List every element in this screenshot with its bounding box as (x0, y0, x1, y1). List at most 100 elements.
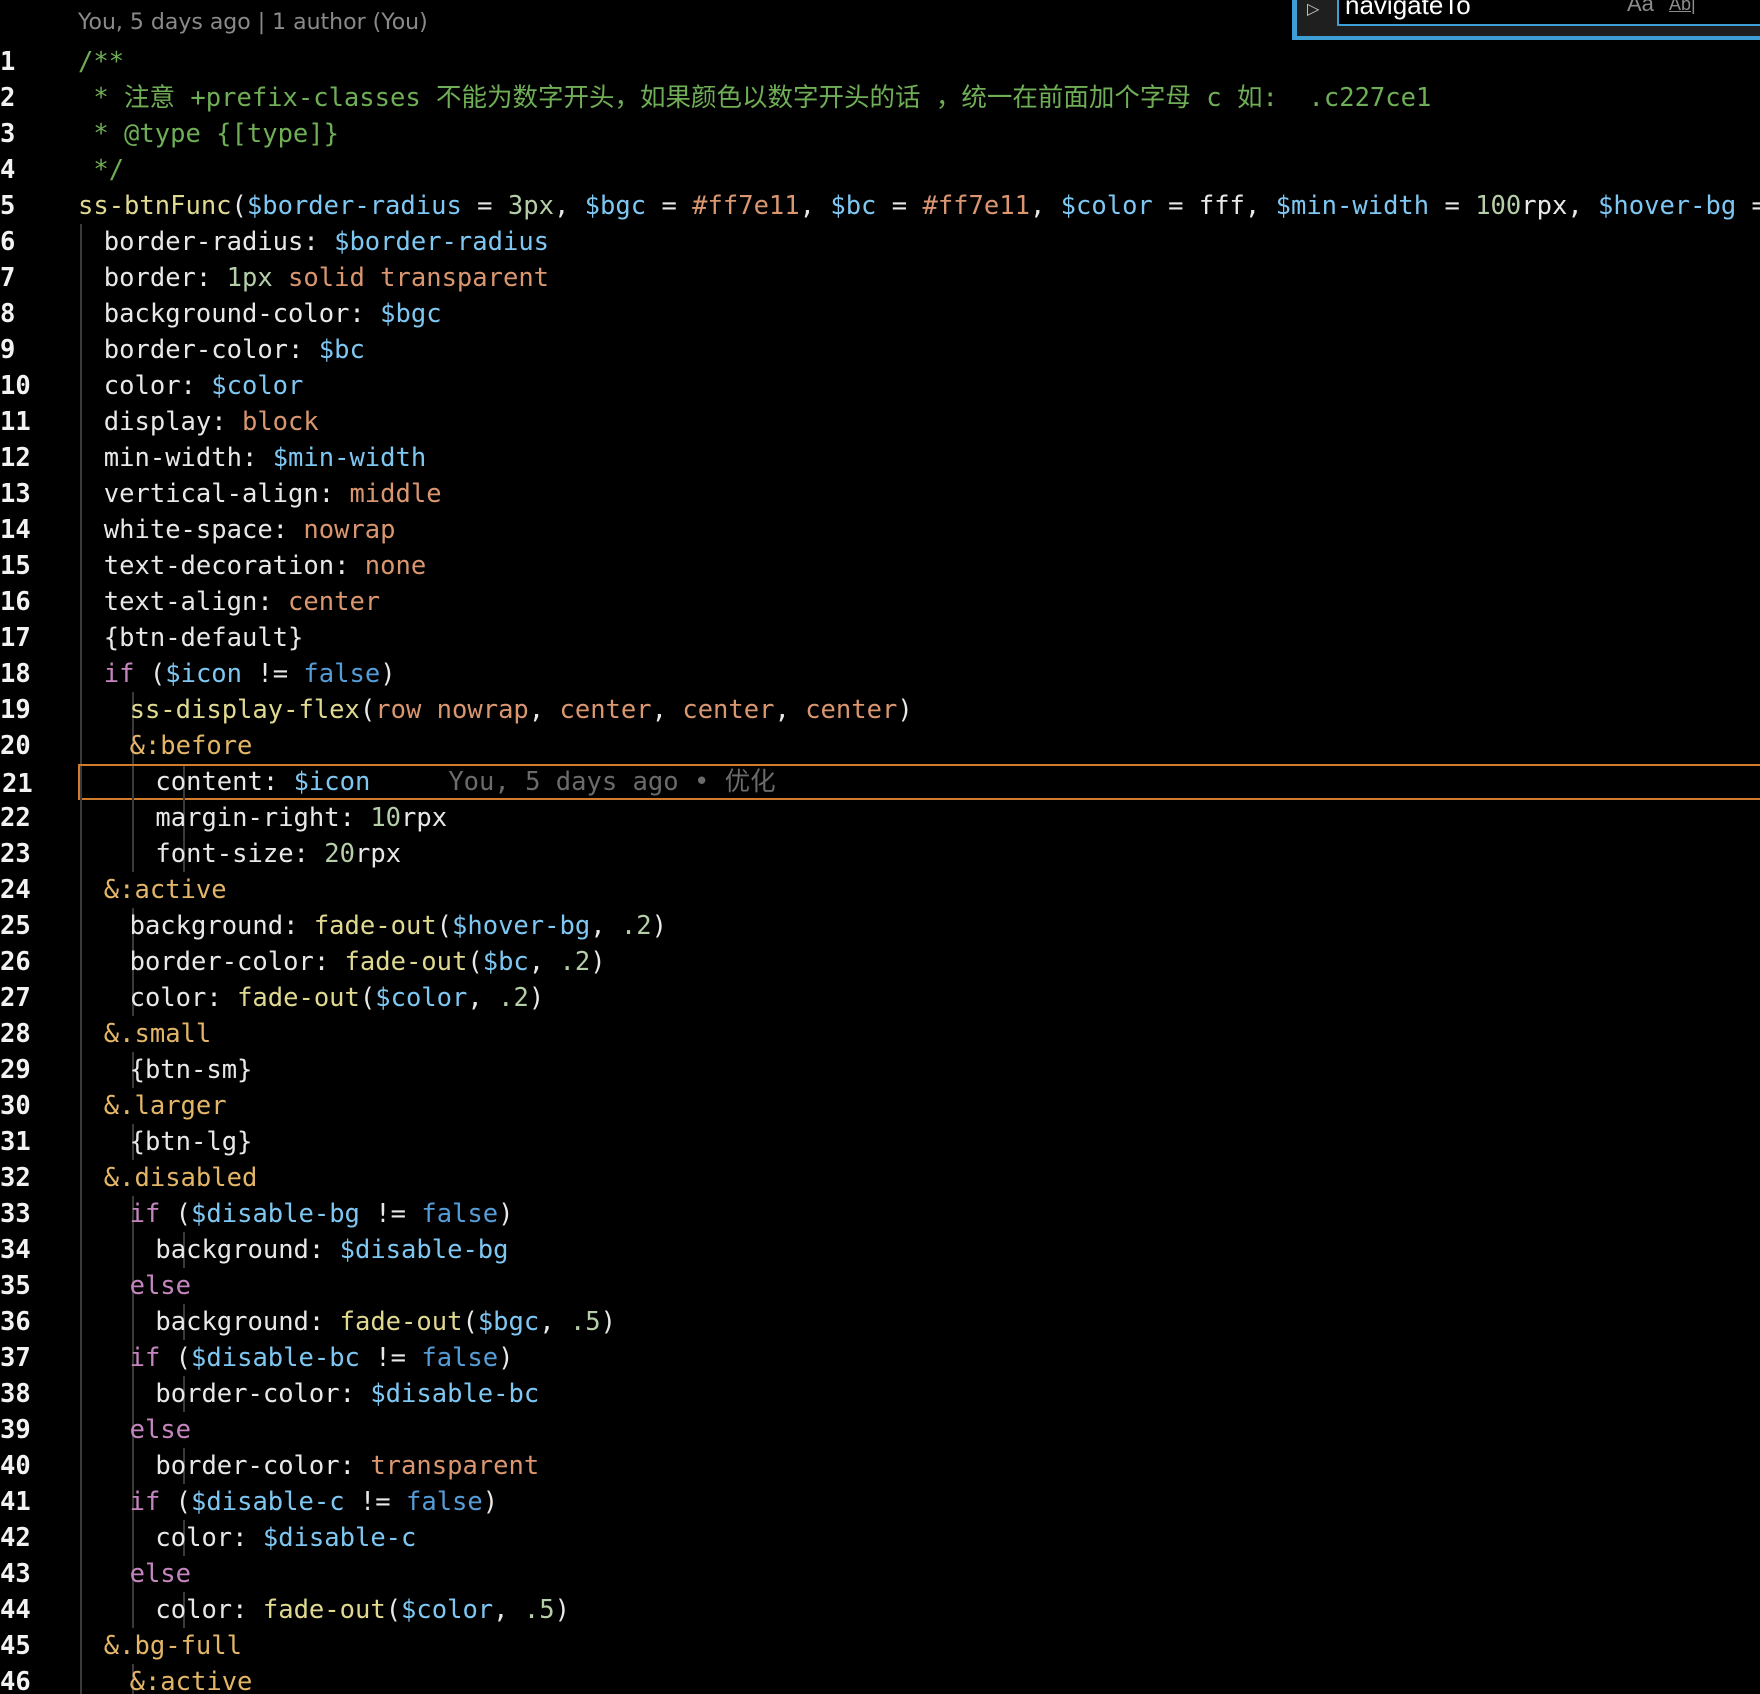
line-number[interactable]: 15 (0, 548, 40, 584)
line-number[interactable]: 45 (0, 1628, 40, 1664)
indent-guide (80, 944, 82, 980)
code-line[interactable]: 33 if ($disable-bg != false) (0, 1196, 1760, 1232)
code-line[interactable]: 32 &.disabled (0, 1160, 1760, 1196)
code-line[interactable]: 12 min-width: $min-width (0, 440, 1760, 476)
chevron-right-icon[interactable]: ▷ (1307, 0, 1327, 22)
find-input[interactable]: navigateTo (1337, 0, 1760, 26)
code-line[interactable]: 39 else (0, 1412, 1760, 1448)
code-line[interactable]: 5 ss-btnFunc($border-radius = 3px, $bgc =… (0, 188, 1760, 224)
line-number[interactable]: 38 (0, 1376, 40, 1412)
line-number[interactable]: 42 (0, 1520, 40, 1556)
line-number[interactable]: 14 (0, 512, 40, 548)
code-line[interactable]: 6 border-radius: $border-radius (0, 224, 1760, 260)
line-number[interactable]: 28 (0, 1016, 40, 1052)
code-line[interactable]: 7 border: 1px solid transparent (0, 260, 1760, 296)
line-number[interactable]: 5 (0, 188, 40, 224)
code-line[interactable]: 40 border-color: transparent (0, 1448, 1760, 1484)
code-line[interactable]: 18 if ($icon != false) (0, 656, 1760, 692)
line-number[interactable]: 16 (0, 584, 40, 620)
line-number[interactable]: 33 (0, 1196, 40, 1232)
code-line[interactable]: 42 color: $disable-c (0, 1520, 1760, 1556)
code-line[interactable]: 19 ss-display-flex(row nowrap, center, ce… (0, 692, 1760, 728)
line-number[interactable]: 21 (2, 766, 42, 802)
code-line[interactable]: 15 text-decoration: none (0, 548, 1760, 584)
code-line[interactable]: 21 content: $icon You, 5 days ago • 优化 (2, 764, 1760, 802)
line-number[interactable]: 19 (0, 692, 40, 728)
line-number[interactable]: 29 (0, 1052, 40, 1088)
line-number[interactable]: 7 (0, 260, 40, 296)
line-number[interactable]: 6 (0, 224, 40, 260)
code-line[interactable]: 38 border-color: $disable-bc (0, 1376, 1760, 1412)
code-line[interactable]: 34 background: $disable-bg (0, 1232, 1760, 1268)
line-number[interactable]: 30 (0, 1088, 40, 1124)
code-line[interactable]: 11 display: block (0, 404, 1760, 440)
line-number[interactable]: 41 (0, 1484, 40, 1520)
code-line[interactable]: 17 {btn-default} (0, 620, 1760, 656)
code-line[interactable]: 4 */ (0, 152, 1760, 188)
line-number[interactable]: 22 (0, 800, 40, 836)
code-line[interactable]: 24 &:active (0, 872, 1760, 908)
code-line[interactable]: 31 {btn-lg} (0, 1124, 1760, 1160)
line-number[interactable]: 17 (0, 620, 40, 656)
line-number[interactable]: 37 (0, 1340, 40, 1376)
line-number[interactable]: 20 (0, 728, 40, 764)
line-number[interactable]: 32 (0, 1160, 40, 1196)
code-line[interactable]: 1 /** (0, 44, 1760, 80)
code-line[interactable]: 35 else (0, 1268, 1760, 1304)
code-line[interactable]: 16 text-align: center (0, 584, 1760, 620)
line-number[interactable]: 43 (0, 1556, 40, 1592)
line-number[interactable]: 3 (0, 116, 40, 152)
line-number[interactable]: 8 (0, 296, 40, 332)
line-number[interactable]: 39 (0, 1412, 40, 1448)
code-line[interactable]: 37 if ($disable-bc != false) (0, 1340, 1760, 1376)
line-number[interactable]: 31 (0, 1124, 40, 1160)
code-line[interactable]: 2 * 注意 +prefix-classes 不能为数字开头，如果颜色以数字开头… (0, 80, 1760, 116)
line-number[interactable]: 40 (0, 1448, 40, 1484)
code-line[interactable]: 28 &.small (0, 1016, 1760, 1052)
line-number[interactable]: 1 (0, 44, 40, 80)
line-number[interactable]: 26 (0, 944, 40, 980)
code-line[interactable]: 30 &.larger (0, 1088, 1760, 1124)
code-line[interactable]: 10 color: $color (0, 368, 1760, 404)
code-lines[interactable]: 1/** 2 * 注意 +prefix-classes 不能为数字开头，如果颜色以… (0, 44, 1760, 1694)
code-editor[interactable]: You, 5 days ago | 1 author (You) 1/** 2 *… (0, 0, 1760, 1694)
line-number[interactable]: 10 (0, 368, 40, 404)
code-line[interactable]: 20 &:before (0, 728, 1760, 764)
line-number[interactable]: 12 (0, 440, 40, 476)
code-line[interactable]: 22 margin-right: 10rpx (0, 800, 1760, 836)
code-line[interactable]: 36 background: fade-out($bgc, .5) (0, 1304, 1760, 1340)
code-line[interactable]: 44 color: fade-out($color, .5) (0, 1592, 1760, 1628)
code-line[interactable]: 27 color: fade-out($color, .2) (0, 980, 1760, 1016)
line-number[interactable]: 18 (0, 656, 40, 692)
code-line[interactable]: 41 if ($disable-c != false) (0, 1484, 1760, 1520)
code-line[interactable]: 3 * @type {[type]} (0, 116, 1760, 152)
line-number[interactable]: 9 (0, 332, 40, 368)
code-line[interactable]: 43 else (0, 1556, 1760, 1592)
code-line[interactable]: 25 background: fade-out($hover-bg, .2) (0, 908, 1760, 944)
line-number[interactable]: 35 (0, 1268, 40, 1304)
line-number[interactable]: 11 (0, 404, 40, 440)
code-line[interactable]: 23 font-size: 20rpx (0, 836, 1760, 872)
line-number[interactable]: 2 (0, 80, 40, 116)
line-number[interactable]: 24 (0, 872, 40, 908)
line-number[interactable]: 13 (0, 476, 40, 512)
code-line[interactable]: 9 border-color: $bc (0, 332, 1760, 368)
line-number[interactable]: 27 (0, 980, 40, 1016)
code-line[interactable]: 46 &:active (0, 1664, 1760, 1694)
line-number[interactable]: 36 (0, 1304, 40, 1340)
code-line[interactable]: 26 border-color: fade-out($bc, .2) (0, 944, 1760, 980)
code-line[interactable]: 14 white-space: nowrap (0, 512, 1760, 548)
line-number[interactable]: 4 (0, 152, 40, 188)
code-line[interactable]: 8 background-color: $bgc (0, 296, 1760, 332)
code-line[interactable]: 45 &.bg-full (0, 1628, 1760, 1664)
line-number[interactable]: 34 (0, 1232, 40, 1268)
line-number[interactable]: 46 (0, 1664, 40, 1694)
line-number[interactable]: 25 (0, 908, 40, 944)
codelens-blame[interactable]: You, 5 days ago | 1 author (You) (78, 10, 428, 35)
code-line[interactable]: 29 {btn-sm} (0, 1052, 1760, 1088)
line-number[interactable]: 44 (0, 1592, 40, 1628)
match-case-toggle[interactable]: Aa (1627, 0, 1654, 15)
whole-word-toggle[interactable]: Ab| (1669, 0, 1696, 14)
line-number[interactable]: 23 (0, 836, 40, 872)
code-line[interactable]: 13 vertical-align: middle (0, 476, 1760, 512)
